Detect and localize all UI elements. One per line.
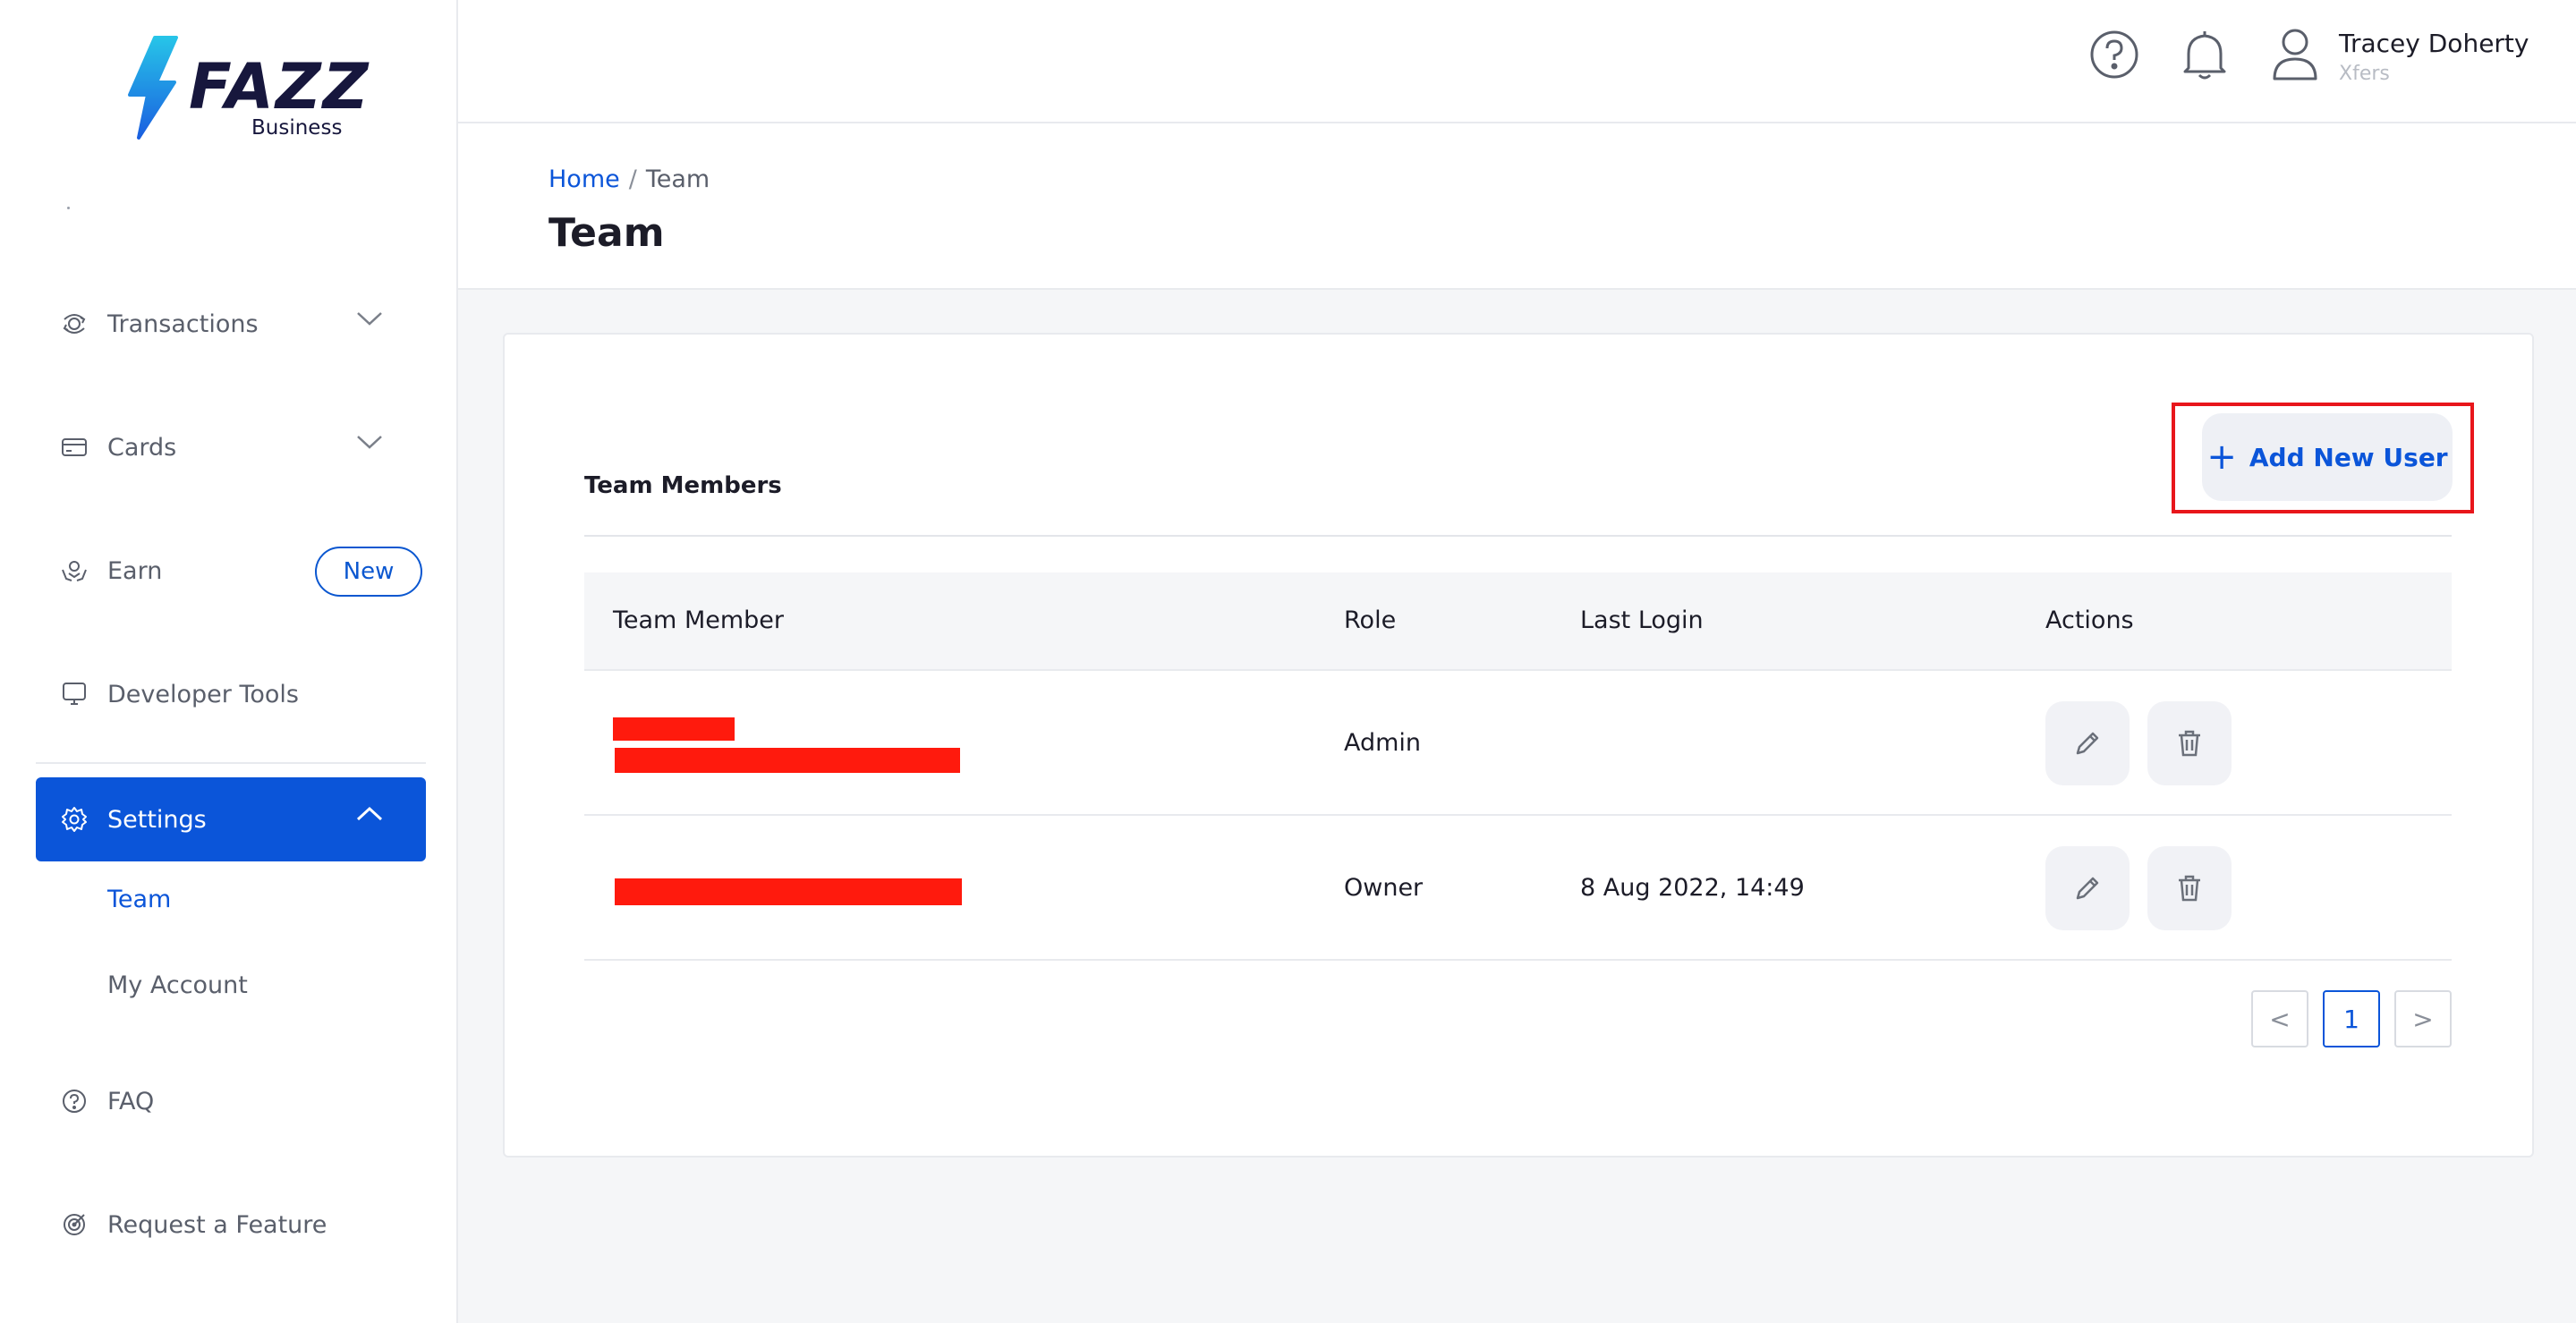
brand-subtitle: Business xyxy=(251,116,343,140)
pagination-next[interactable]: > xyxy=(2394,990,2452,1047)
sidebar-item-developer-tools[interactable]: Developer Tools xyxy=(36,652,426,736)
trash-icon xyxy=(2179,875,2200,902)
brand-name: FAZZ xyxy=(189,50,370,123)
sidebar-item-settings[interactable]: Settings xyxy=(36,777,426,861)
gear-icon xyxy=(59,804,89,835)
scroll-dot xyxy=(67,207,70,209)
sidebar-item-label: Developer Tools xyxy=(107,680,299,708)
breadcrumb-home[interactable]: Home xyxy=(548,165,620,193)
bell-icon[interactable] xyxy=(2180,29,2230,82)
page-title: Team xyxy=(548,210,665,256)
delete-button[interactable] xyxy=(2147,846,2232,930)
redacted-member-email xyxy=(615,878,962,905)
user-name[interactable]: Tracey Doherty xyxy=(2339,29,2529,58)
sidebar-item-cards[interactable]: Cards xyxy=(36,405,426,489)
section-divider xyxy=(584,535,2452,537)
delete-button[interactable] xyxy=(2147,701,2232,785)
edit-button[interactable] xyxy=(2045,846,2130,930)
user-organization: Xfers xyxy=(2339,63,2390,85)
earn-icon xyxy=(59,555,89,586)
page-header xyxy=(458,123,2576,290)
row-divider xyxy=(584,669,2452,671)
plus-icon: + xyxy=(2206,437,2237,478)
sidebar-item-label: Cards xyxy=(107,433,177,462)
user-avatar-icon[interactable] xyxy=(2271,27,2319,82)
new-badge: New xyxy=(315,547,422,597)
add-new-user-button[interactable]: + Add New User xyxy=(2202,413,2453,501)
sidebar-item-label: Transactions xyxy=(107,310,259,338)
table-row-last-login: 8 Aug 2022, 14:49 xyxy=(1580,874,1805,902)
redacted-member-email xyxy=(615,748,960,773)
chevron-down-icon[interactable] xyxy=(356,434,383,450)
pagination-page-1[interactable]: 1 xyxy=(2323,990,2380,1047)
fazz-logo[interactable]: FAZZ Business xyxy=(121,36,368,143)
row-divider xyxy=(584,814,2452,816)
row-divider xyxy=(584,959,2452,961)
section-title: Team Members xyxy=(584,472,782,499)
sidebar-item-transactions[interactable]: Transactions xyxy=(36,282,426,366)
sidebar-item-label: Request a Feature xyxy=(107,1210,327,1239)
sidebar-item-earn[interactable]: Earn New xyxy=(36,529,426,613)
chevron-down-icon[interactable] xyxy=(356,310,383,327)
pencil-icon xyxy=(2076,877,2099,900)
table-row-role: Admin xyxy=(1344,729,1422,757)
table-row-role: Owner xyxy=(1344,874,1424,902)
column-header-role: Role xyxy=(1344,606,1397,634)
transactions-icon xyxy=(59,309,89,339)
table-header xyxy=(584,572,2452,671)
target-icon xyxy=(59,1209,89,1240)
trash-icon xyxy=(2179,730,2200,757)
monitor-icon xyxy=(59,679,89,709)
redacted-member-name xyxy=(613,717,735,741)
sidebar-item-faq[interactable]: FAQ xyxy=(36,1059,426,1143)
sidebar: FAZZ Business Transactions Cards Earn Ne… xyxy=(0,0,458,1323)
pagination-prev[interactable]: < xyxy=(2251,990,2308,1047)
column-header-team-member: Team Member xyxy=(613,606,785,634)
sidebar-divider xyxy=(36,762,426,764)
breadcrumb-separator: / xyxy=(628,165,637,193)
edit-button[interactable] xyxy=(2045,701,2130,785)
bolt-logo-icon xyxy=(128,36,178,140)
pencil-icon xyxy=(2076,732,2099,755)
question-icon xyxy=(59,1086,89,1116)
breadcrumb-current: Team xyxy=(645,165,710,193)
add-new-user-label: Add New User xyxy=(2249,442,2448,472)
sidebar-item-label: Settings xyxy=(107,805,207,834)
sidebar-subitem-team[interactable]: Team xyxy=(107,886,171,913)
sidebar-subitem-my-account[interactable]: My Account xyxy=(107,971,248,999)
breadcrumb: Home / Team xyxy=(548,165,710,193)
top-header xyxy=(458,0,2576,123)
column-header-actions: Actions xyxy=(2045,606,2134,634)
sidebar-item-label: Earn xyxy=(107,556,163,585)
column-header-last-login: Last Login xyxy=(1580,606,1704,634)
sidebar-item-request-feature[interactable]: Request a Feature xyxy=(36,1183,426,1267)
sidebar-item-label: FAQ xyxy=(107,1087,155,1115)
card-icon xyxy=(59,432,89,462)
chevron-up-icon[interactable] xyxy=(356,806,383,822)
help-icon[interactable] xyxy=(2088,29,2140,81)
